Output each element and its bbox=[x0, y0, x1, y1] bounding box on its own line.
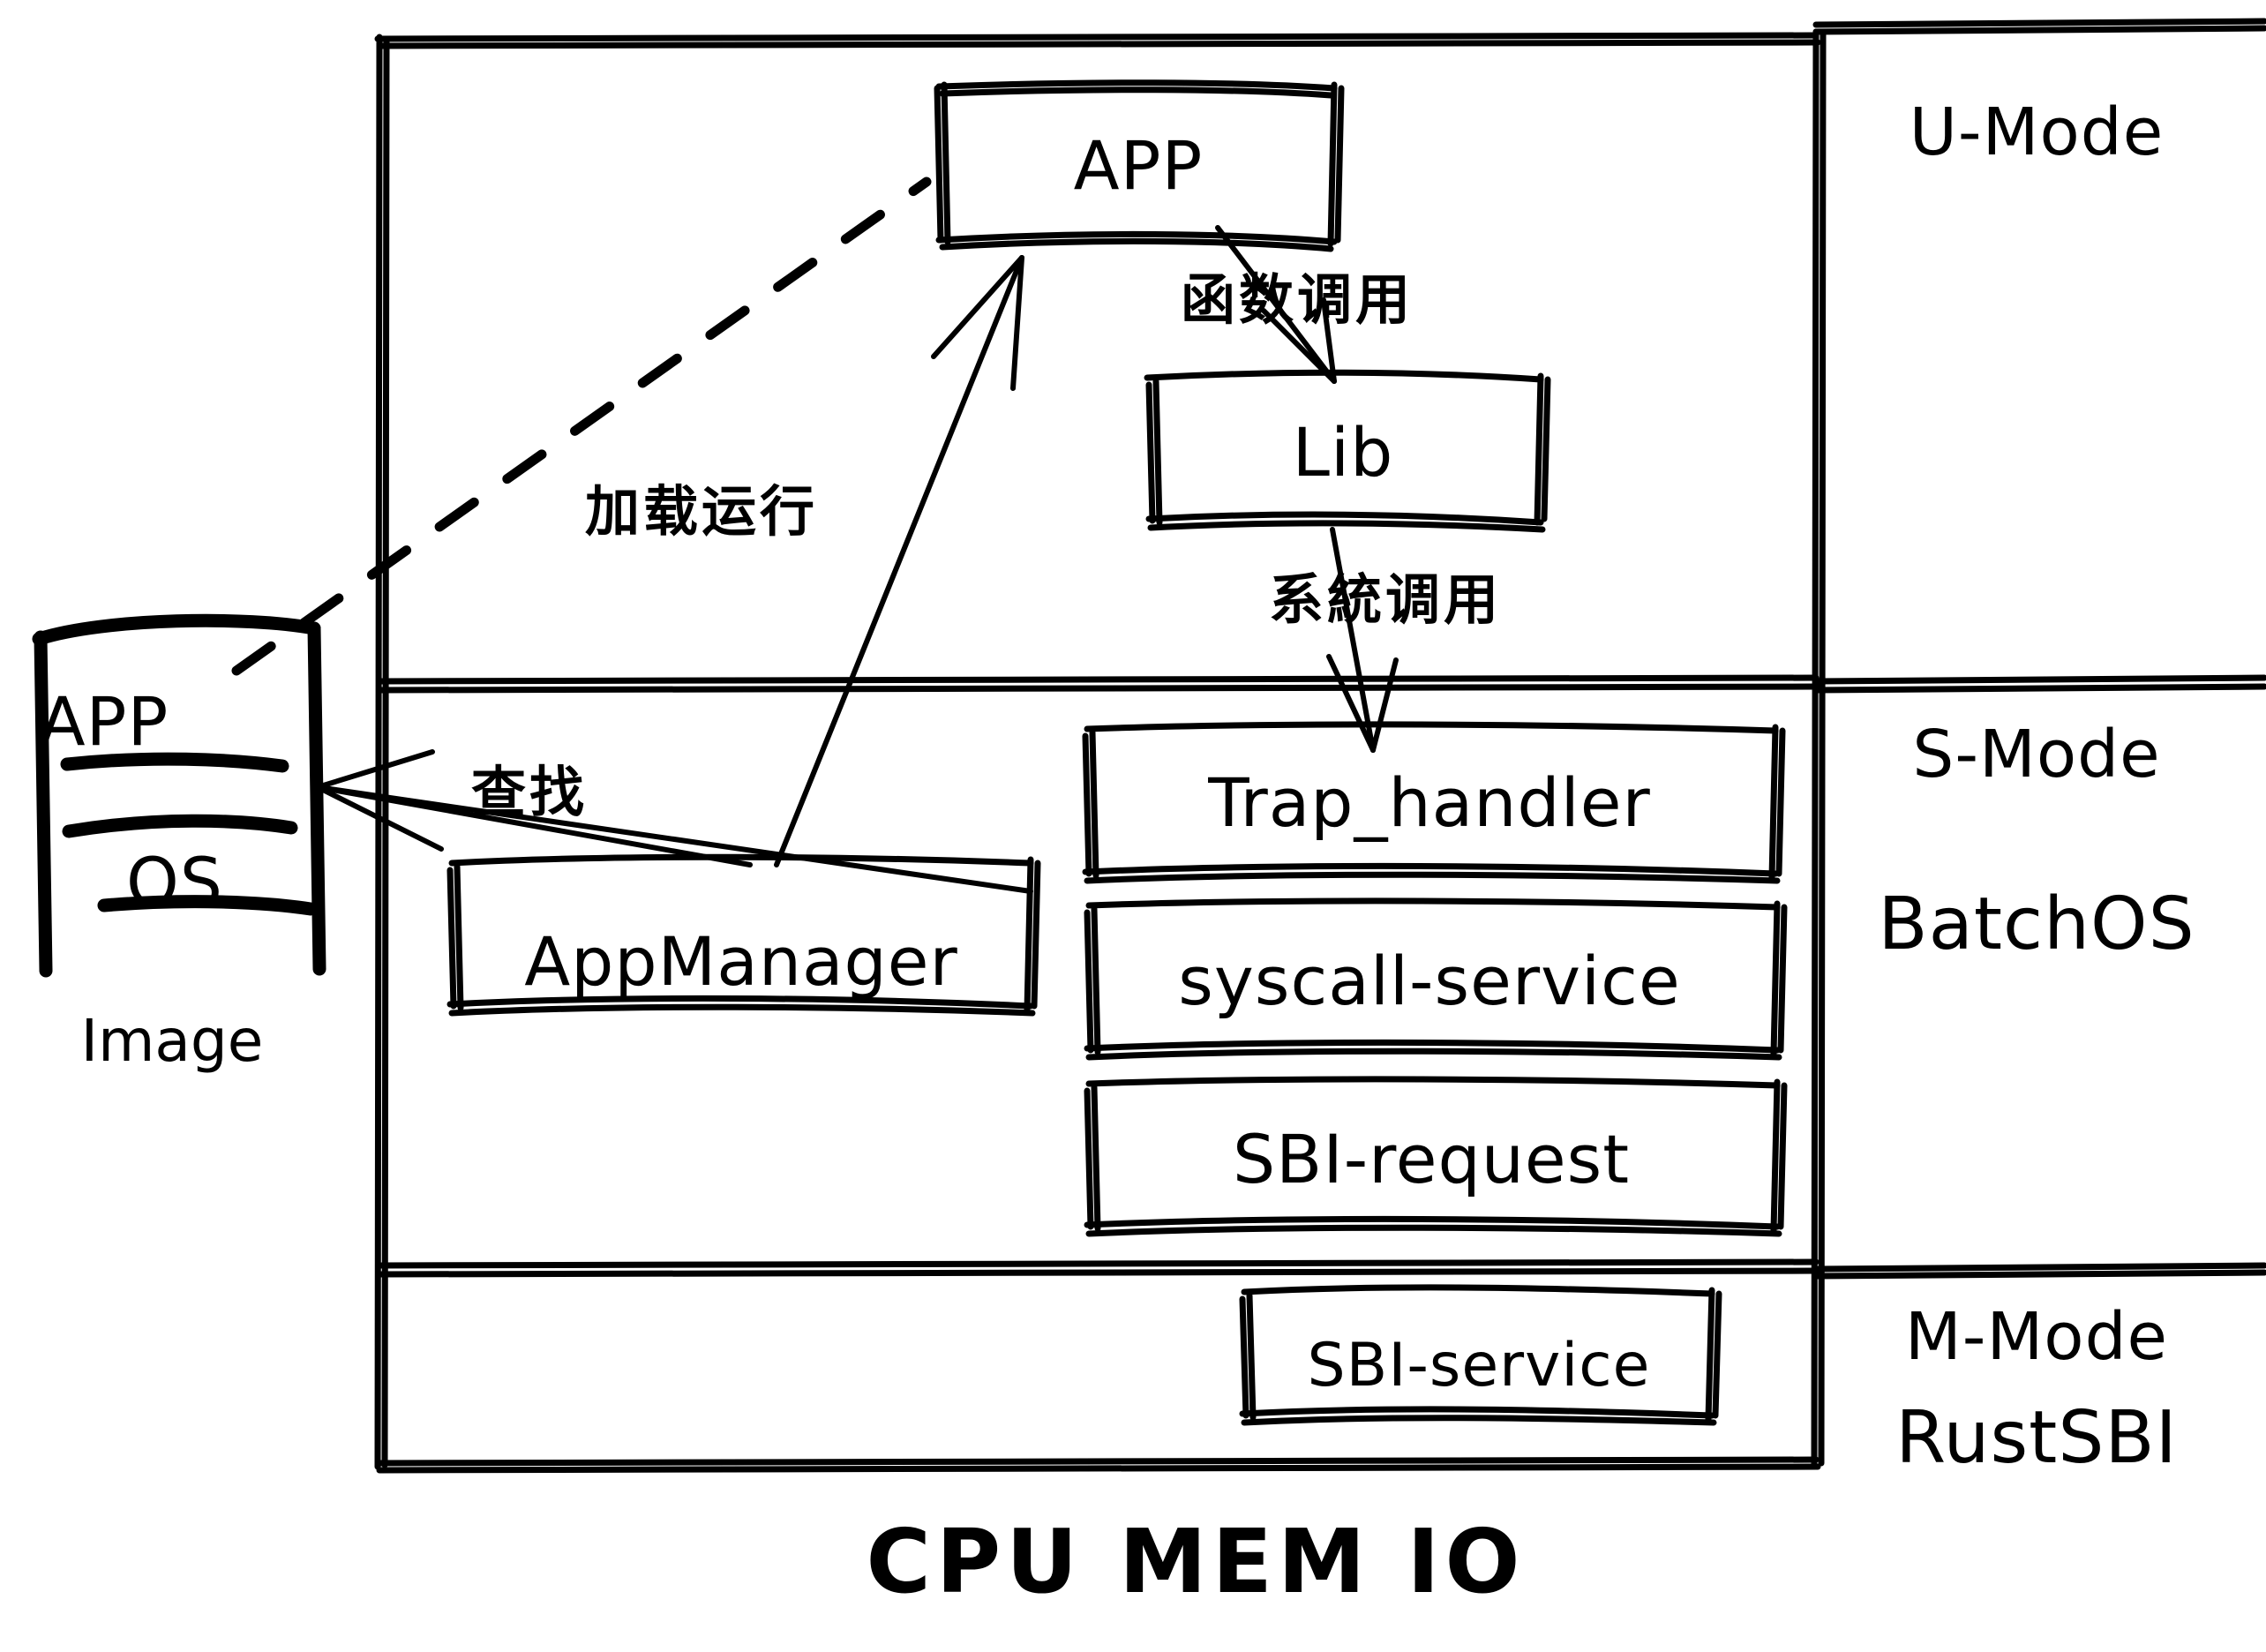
band-divider-s-m bbox=[376, 1258, 1821, 1278]
box-lib-label[interactable]: Lib bbox=[1293, 419, 1394, 486]
arrow-system-call bbox=[1326, 527, 1399, 753]
arrow-lookup bbox=[315, 749, 1033, 894]
arrow-load-run bbox=[774, 255, 1024, 867]
box-trap-handler-label[interactable]: Trap_handler bbox=[1208, 770, 1651, 837]
mode-label-u-mode: U-Mode bbox=[1909, 94, 2165, 170]
dashed-load-arrow bbox=[231, 176, 932, 676]
image-caption: Image bbox=[80, 1007, 264, 1075]
box-syscall-service-label[interactable]: syscall-service bbox=[1178, 948, 1680, 1015]
image-os-label: OS bbox=[125, 843, 224, 921]
hardware-label: CPU MEM IO bbox=[866, 1510, 1526, 1613]
annotation-lookup: 查找 bbox=[470, 760, 589, 824]
mode-sublabel-rustsbi: RustSBI bbox=[1895, 1396, 2178, 1480]
image-app-label: APP bbox=[39, 682, 169, 761]
annotation-load-run: 加载运行 bbox=[584, 479, 819, 544]
box-app-label[interactable]: APP bbox=[1074, 132, 1204, 199]
box-sbi-service-label[interactable]: SBI-service bbox=[1308, 1336, 1651, 1396]
mode-label-m-mode: M-Mode bbox=[1904, 1299, 2169, 1375]
diagram-canvas: APP OS Image APP Lib Trap_handler syscal… bbox=[0, 0, 2266, 1652]
box-app-manager-label[interactable]: AppManager bbox=[524, 928, 958, 995]
mode-band-rules bbox=[1812, 18, 2266, 1280]
mode-label-s-mode: S-Mode bbox=[1912, 717, 2161, 792]
band-divider-u-s bbox=[376, 674, 1821, 694]
mode-sublabel-batchos: BatchOS bbox=[1878, 882, 2195, 966]
annotation-function-call: 函数调用 bbox=[1180, 267, 1414, 332]
box-sbi-request-label[interactable]: SBI-request bbox=[1233, 1126, 1630, 1193]
annotation-system-call: 系統调用 bbox=[1268, 567, 1503, 632]
main-frame bbox=[374, 28, 1827, 1474]
